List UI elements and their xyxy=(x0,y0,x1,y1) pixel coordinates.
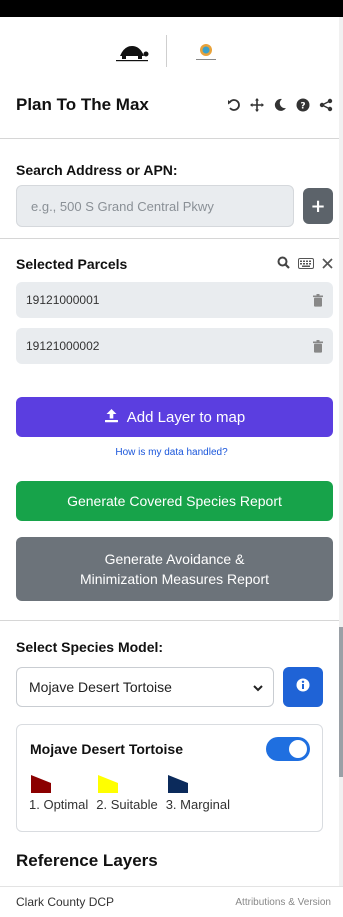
species-layer-title: Mojave Desert Tortoise xyxy=(30,741,184,757)
data-handling-link[interactable]: How is my data handled? xyxy=(0,447,343,458)
species-layer-toggle[interactable] xyxy=(266,737,310,761)
logo-row xyxy=(0,30,343,72)
zoom-search-icon[interactable] xyxy=(277,256,290,272)
search-label: Search Address or APN: xyxy=(16,162,178,178)
svg-text:?: ? xyxy=(300,102,305,112)
add-parcel-button[interactable]: + xyxy=(303,188,333,224)
species-info-button[interactable] xyxy=(283,667,323,707)
legend-label: 3. Marginal xyxy=(165,797,230,812)
parcel-apn: 19121000001 xyxy=(26,293,100,307)
panel-scrollbar[interactable] xyxy=(339,17,343,917)
app-header: Plan To The Max ? xyxy=(16,88,333,122)
top-black-bar xyxy=(0,0,343,17)
search-divider xyxy=(0,238,339,239)
scrollbar-thumb[interactable] xyxy=(339,627,343,777)
app-title: Plan To The Max xyxy=(16,95,149,114)
clear-icon[interactable] xyxy=(322,257,333,272)
legend-item-marginal: 3. Marginal xyxy=(166,773,230,812)
legend-item-suitable: 2. Suitable xyxy=(96,773,158,812)
selected-parcels-title: Selected Parcels xyxy=(16,256,128,272)
footer: Clark County DCP Attributions & Version xyxy=(0,886,343,917)
add-layer-label: Add Layer to map xyxy=(126,408,246,426)
covered-species-report-button[interactable]: Generate Covered Species Report xyxy=(16,481,333,521)
species-divider xyxy=(0,620,339,621)
reference-layers-title: Reference Layers xyxy=(16,851,158,870)
species-model-value: Mojave Desert Tortoise xyxy=(29,679,172,695)
trash-icon[interactable] xyxy=(313,293,323,307)
search-input[interactable] xyxy=(16,185,294,227)
help-icon[interactable]: ? xyxy=(296,98,310,112)
legend-item-optimal: 1. Optimal xyxy=(29,773,88,812)
moon-icon[interactable] xyxy=(273,98,287,112)
logo-separator xyxy=(166,35,167,67)
avoidance-label-line1: Generate Avoidance & xyxy=(104,551,245,567)
avoidance-report-button[interactable]: Generate Avoidance & Minimization Measur… xyxy=(16,537,333,601)
legend-label: 1. Optimal xyxy=(29,797,89,812)
upload-icon xyxy=(104,408,119,427)
add-layer-button[interactable]: Add Layer to map xyxy=(16,397,333,437)
agency-logo xyxy=(112,40,152,62)
habitat-legend: 1. Optimal 2. Suitable 3. Marginal xyxy=(29,773,230,812)
share-icon[interactable] xyxy=(319,98,333,112)
optimal-swatch xyxy=(31,775,51,793)
parcel-item[interactable]: 19121000001 xyxy=(16,282,333,318)
header-divider xyxy=(0,138,339,139)
trash-icon[interactable] xyxy=(313,339,323,353)
species-model-label: Select Species Model: xyxy=(16,639,164,655)
parcel-apn: 19121000002 xyxy=(26,339,100,353)
partner-logo xyxy=(181,40,231,62)
marginal-swatch xyxy=(167,775,188,793)
toggle-knob xyxy=(289,740,307,758)
suitable-swatch xyxy=(98,775,119,793)
legend-label: 2. Suitable xyxy=(96,797,158,812)
undo-icon[interactable] xyxy=(227,98,241,112)
header-toolbar: ? xyxy=(227,98,333,112)
search-group: + xyxy=(16,185,333,227)
keyboard-icon[interactable] xyxy=(298,257,314,272)
attributions-link[interactable]: Attributions & Version xyxy=(235,897,331,908)
species-model-select[interactable]: Mojave Desert Tortoise xyxy=(16,667,274,707)
parcel-item[interactable]: 19121000002 xyxy=(16,328,333,364)
parcel-tools xyxy=(277,256,333,272)
species-layer-card: Mojave Desert Tortoise 1. Optimal 2. Sui… xyxy=(16,724,323,832)
move-icon[interactable] xyxy=(250,98,264,112)
footer-org: Clark County DCP xyxy=(16,895,115,909)
info-icon xyxy=(296,678,310,697)
selected-parcels-header: Selected Parcels xyxy=(16,254,333,274)
chevron-down-icon xyxy=(253,679,263,695)
avoidance-label-line2: Minimization Measures Report xyxy=(79,571,270,587)
